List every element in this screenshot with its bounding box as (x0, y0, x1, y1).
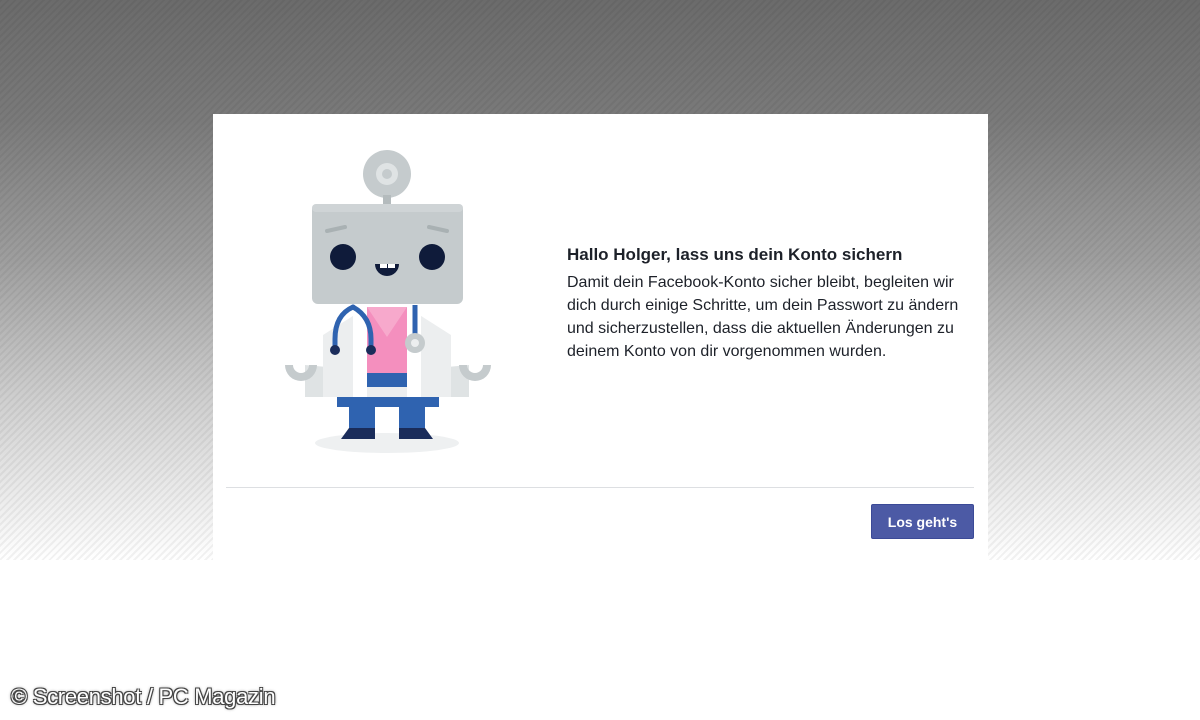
divider (226, 487, 974, 488)
dialog-title: Hallo Holger, lass uns dein Konto sicher… (567, 245, 903, 264)
dialog-body-text: Damit dein Facebook-Konto sicher bleibt,… (567, 274, 959, 360)
screenshot-watermark: © Screenshot / PC Magazin (11, 684, 276, 709)
dialog-content: Hallo Holger, lass uns dein Konto sicher… (567, 245, 967, 363)
doctor-robot-icon (283, 147, 495, 459)
start-button[interactable]: Los geht's (871, 504, 974, 539)
security-dialog: Hallo Holger, lass uns dein Konto sicher… (213, 114, 988, 562)
